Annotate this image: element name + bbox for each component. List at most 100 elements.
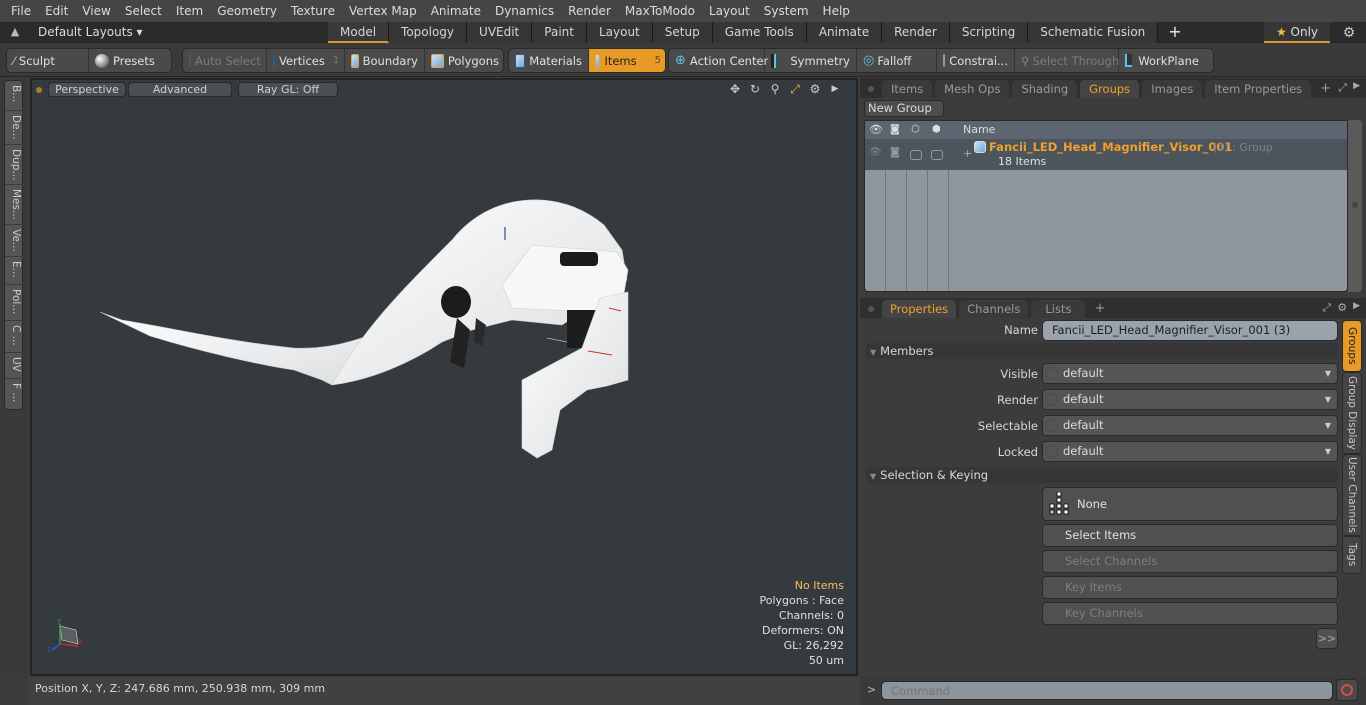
tab-animate[interactable]: Animate — [806, 22, 883, 43]
tab-mesh-ops[interactable]: Mesh Ops — [935, 80, 1010, 98]
side-tab-tags[interactable]: Tags — [1342, 536, 1362, 574]
selectable-dropdown[interactable]: default ▼ — [1042, 415, 1338, 436]
tab-channels[interactable]: Channels — [959, 300, 1029, 318]
locked-dropdown[interactable]: default ▼ — [1042, 441, 1338, 462]
menu-dynamics[interactable]: Dynamics — [488, 0, 561, 22]
tab-setup[interactable]: Setup — [652, 22, 713, 43]
render-radio[interactable] — [1045, 393, 1058, 406]
falloff-button[interactable]: ◎ Falloff — [857, 49, 937, 72]
vertices-button[interactable]: Vertices 1 — [267, 49, 345, 72]
menu-file[interactable]: File — [4, 0, 38, 22]
panel-gear-icon[interactable]: ⚙ — [1337, 301, 1347, 315]
expand-plus-icon[interactable]: + — [963, 147, 972, 160]
selectable-radio[interactable] — [1045, 419, 1058, 432]
panel-menu-arrow-icon[interactable]: ▶ — [1353, 301, 1360, 315]
tab-game-tools[interactable]: Game Tools — [712, 22, 807, 43]
tab-paint[interactable]: Paint — [532, 22, 587, 43]
menu-vertex-map[interactable]: Vertex Map — [342, 0, 424, 22]
tab-groups[interactable]: Groups — [1080, 80, 1140, 98]
model-headset-visor[interactable] — [32, 80, 858, 676]
add-panel-tab-button[interactable]: + — [1088, 300, 1111, 318]
members-section-header[interactable]: ▼ Members — [866, 343, 1338, 359]
tab-model[interactable]: Model — [328, 22, 390, 43]
panel-dot-icon[interactable] — [868, 86, 874, 92]
left-tab-deform[interactable]: De... — [5, 111, 24, 145]
group-row[interactable]: 👁 ◙ + Fancii_LED_Head_Magnifier_Visor_00… — [865, 139, 1347, 170]
row-lock-toggle[interactable] — [931, 150, 943, 160]
column-name-header[interactable]: Name — [963, 121, 995, 139]
left-tab-edge[interactable]: E... — [5, 257, 24, 285]
presets-button[interactable]: Presets — [89, 49, 171, 72]
side-tab-group-display[interactable]: Group Display — [1342, 372, 1362, 454]
groups-list-scrollbar[interactable] — [1348, 120, 1362, 292]
tab-images[interactable]: Images — [1142, 80, 1203, 98]
locked-radio[interactable] — [1045, 445, 1058, 458]
polygons-button[interactable]: Polygons — [425, 49, 503, 72]
menu-system[interactable]: System — [757, 0, 816, 22]
row-select-toggle[interactable] — [910, 150, 922, 160]
select-through-button[interactable]: ⚲ Select Through — [1015, 49, 1119, 72]
menu-render[interactable]: Render — [561, 0, 618, 22]
key-channels-button[interactable]: Key Channels — [1042, 602, 1338, 625]
expand-panel-icon[interactable]: ⤢ — [1338, 81, 1347, 95]
select-cube-icon[interactable]: ⬡ — [911, 121, 920, 139]
new-group-button[interactable]: New Group — [864, 100, 944, 117]
expand-panel-icon[interactable]: ⤢ — [1322, 301, 1331, 315]
name-field[interactable]: Fancii_LED_Head_Magnifier_Visor_001 (3) — [1042, 320, 1338, 341]
left-tab-duplicate[interactable]: Dup... — [5, 145, 24, 185]
menu-layout[interactable]: Layout — [702, 0, 757, 22]
tab-items[interactable]: Items — [882, 80, 933, 98]
menu-edit[interactable]: Edit — [38, 0, 75, 22]
menu-select[interactable]: Select — [118, 0, 169, 22]
menu-view[interactable]: View — [75, 0, 117, 22]
collapse-up-icon[interactable]: ▲ — [8, 25, 22, 39]
record-macro-button[interactable] — [1336, 679, 1358, 701]
menu-maxtomodo[interactable]: MaxToModo — [618, 0, 702, 22]
tab-topology[interactable]: Topology — [389, 22, 468, 43]
left-tab-curve[interactable]: C ... — [5, 321, 24, 353]
gear-icon[interactable]: ⚙ — [1340, 24, 1358, 42]
tab-layout[interactable]: Layout — [586, 22, 653, 43]
left-tab-uv[interactable]: UV — [5, 353, 24, 379]
sculpt-button[interactable]: ⁄ Sculpt — [7, 49, 89, 72]
panel-dot-icon[interactable] — [868, 306, 874, 312]
render-dropdown[interactable]: default ▼ — [1042, 389, 1338, 410]
tab-properties[interactable]: Properties — [882, 300, 957, 318]
boundary-button[interactable]: Boundary — [345, 49, 425, 72]
tab-shading[interactable]: Shading — [1012, 80, 1078, 98]
render-camera-icon[interactable]: ◙ — [890, 121, 900, 139]
workplane-button[interactable]: WorkPlane — [1119, 49, 1205, 72]
left-tab-polygon[interactable]: Pol... — [5, 285, 24, 321]
selection-keying-section-header[interactable]: ▼ Selection & Keying — [866, 467, 1338, 483]
key-items-button[interactable]: Key Items — [1042, 576, 1338, 599]
items-button[interactable]: Items 5 — [589, 49, 665, 72]
left-tab-basic[interactable]: B... — [5, 81, 24, 111]
3d-viewport[interactable]: Perspective Advanced Ray GL: Off ✥ ↻ ⚲ ⤢… — [30, 78, 858, 676]
scroll-handle[interactable] — [1352, 202, 1358, 208]
row-visibility-eye-icon[interactable]: 👁 — [869, 147, 882, 158]
lock-cube-icon[interactable]: ⬢ — [932, 121, 941, 139]
select-channels-button[interactable]: Select Channels — [1042, 550, 1338, 573]
menu-texture[interactable]: Texture — [284, 0, 342, 22]
menu-animate[interactable]: Animate — [424, 0, 488, 22]
panel-menu-arrow-icon[interactable]: ▶ — [1353, 81, 1360, 95]
action-center-button[interactable]: ⊕ Action Center — [669, 49, 768, 72]
side-tab-user-channels[interactable]: User Channels — [1342, 454, 1362, 536]
left-tab-mesh-edit[interactable]: Mes... — [5, 185, 24, 225]
tab-render[interactable]: Render — [882, 22, 950, 43]
visible-radio[interactable] — [1045, 367, 1058, 380]
add-tab-button[interactable]: + — [1158, 22, 1191, 43]
constraints-button[interactable]: Constrai... — [937, 49, 1015, 72]
select-items-button[interactable]: Select Items — [1042, 524, 1338, 547]
menu-geometry[interactable]: Geometry — [210, 0, 284, 22]
tab-item-properties[interactable]: Item Properties — [1205, 80, 1312, 98]
symmetry-button[interactable]: Symmetry — [765, 49, 857, 72]
row-render-camera-icon[interactable]: ◙ — [890, 147, 900, 158]
selection-mode-selector[interactable]: None — [1042, 487, 1338, 521]
tab-schematic-fusion[interactable]: Schematic Fusion — [1028, 22, 1159, 43]
left-tab-vertex[interactable]: Ve... — [5, 225, 24, 257]
menu-help[interactable]: Help — [816, 0, 857, 22]
side-tab-groups[interactable]: Groups — [1342, 320, 1362, 372]
tab-lists[interactable]: Lists — [1031, 300, 1086, 318]
auto-select-button[interactable]: Auto Select — [183, 49, 267, 72]
